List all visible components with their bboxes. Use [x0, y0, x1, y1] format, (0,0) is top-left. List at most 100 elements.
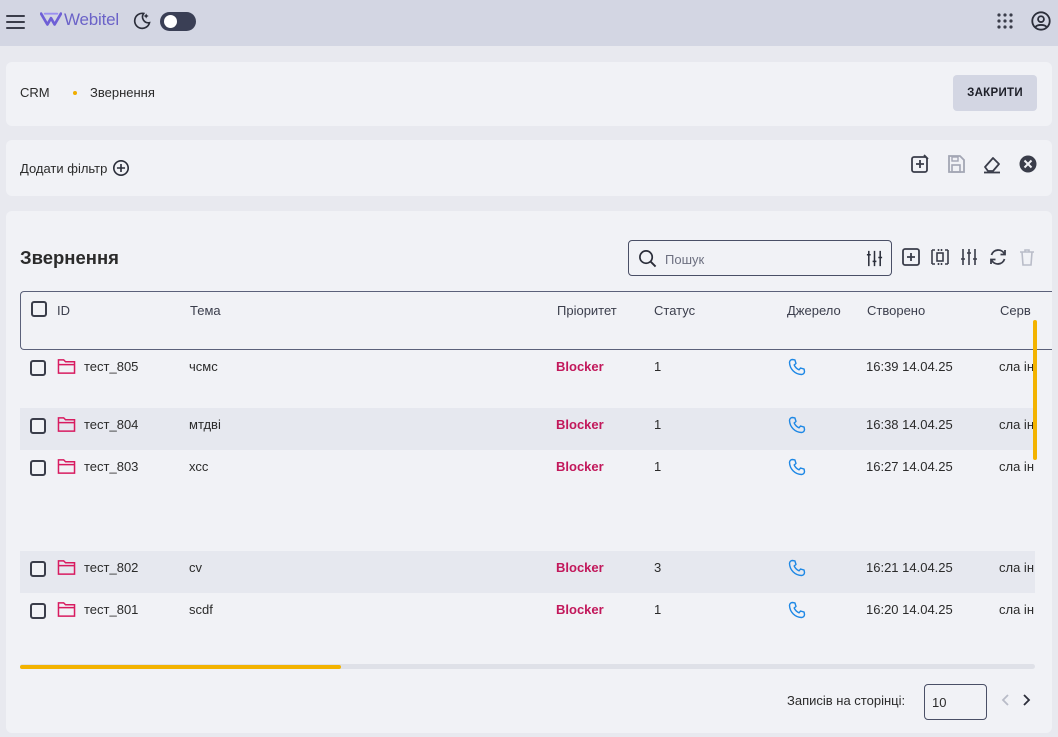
- row-subject: мтдві: [189, 417, 221, 432]
- apps-grid-icon[interactable]: [996, 12, 1014, 30]
- phone-icon: [788, 601, 806, 619]
- delete-icon[interactable]: [1017, 247, 1037, 267]
- row-service: сла ін: [999, 459, 1034, 474]
- breadcrumb-current: Звернення: [90, 85, 155, 100]
- columns-icon[interactable]: [930, 247, 950, 267]
- row-service: сла ін: [999, 602, 1034, 617]
- row-priority: Blocker: [556, 459, 604, 474]
- search-icon: [639, 250, 657, 268]
- toggle-knob: [164, 15, 177, 28]
- row-priority: Blocker: [556, 359, 604, 374]
- logo-text: Webitel: [64, 10, 119, 29]
- column-header-id[interactable]: ID: [57, 303, 70, 318]
- column-header-status[interactable]: Статус: [654, 303, 695, 318]
- column-header-priority[interactable]: Пріоритет: [557, 303, 617, 318]
- row-created: 16:38 14.04.25: [866, 417, 953, 432]
- row-checkbox[interactable]: [30, 460, 46, 476]
- folder-icon: [57, 459, 76, 474]
- moon-icon: [133, 12, 151, 30]
- row-subject: scdf: [189, 602, 213, 617]
- row-service: сла ін: [999, 560, 1034, 575]
- per-page-label: Записів на сторінці:: [787, 693, 906, 708]
- page-title: Звернення: [20, 247, 119, 268]
- menu-icon[interactable]: [6, 11, 28, 33]
- row-checkbox[interactable]: [30, 418, 46, 434]
- row-priority: Blocker: [556, 602, 604, 617]
- add-filter-button[interactable]: Додати фільтр: [20, 159, 130, 177]
- row-id[interactable]: тест_802: [84, 560, 138, 575]
- row-created: 16:27 14.04.25: [866, 459, 953, 474]
- horizontal-scrollbar-thumb[interactable]: [20, 665, 341, 669]
- row-status: 3: [654, 560, 662, 575]
- row-id[interactable]: тест_805: [84, 359, 138, 374]
- add-icon[interactable]: [901, 247, 921, 267]
- chevron-right-icon[interactable]: [1019, 693, 1033, 707]
- close-button[interactable]: ЗАКРИТИ: [953, 75, 1037, 111]
- phone-icon: [788, 559, 806, 577]
- refresh-icon[interactable]: [988, 247, 1008, 267]
- per-page-input[interactable]: 10: [924, 684, 987, 720]
- table-row[interactable]: тест_802 cv Blocker 3 16:21 14.04.25 сла…: [20, 551, 1035, 593]
- table-settings-icon[interactable]: [959, 247, 979, 267]
- table-row[interactable]: тест_805 чсмс Blocker 1 16:39 14.04.25 с…: [20, 350, 1035, 408]
- folder-icon: [57, 560, 76, 575]
- column-header-service[interactable]: Серв: [1000, 303, 1031, 318]
- table-row[interactable]: тест_803 хсс Blocker 1 16:27 14.04.25 сл…: [20, 450, 1035, 551]
- row-status: 1: [654, 459, 662, 474]
- row-created: 16:39 14.04.25: [866, 359, 953, 374]
- folder-icon: [57, 359, 76, 374]
- plus-circle-icon: [113, 159, 130, 177]
- theme-toggle[interactable]: [160, 12, 196, 31]
- row-checkbox[interactable]: [30, 360, 46, 376]
- folder-icon: [57, 602, 76, 617]
- save-icon[interactable]: [946, 154, 966, 174]
- row-subject: cv: [189, 560, 202, 575]
- row-checkbox[interactable]: [30, 561, 46, 577]
- search-input[interactable]: [665, 249, 855, 269]
- select-all-checkbox[interactable]: [31, 301, 47, 317]
- phone-icon: [788, 416, 806, 434]
- row-service: сла ін: [999, 417, 1034, 432]
- cases-panel: Звернення Пошук ID Тема Пріоритет Статус…: [6, 211, 1052, 733]
- search-box: [628, 240, 892, 276]
- row-status: 1: [654, 602, 662, 617]
- table-header: ID Тема Пріоритет Статус Джерело Створен…: [20, 291, 1052, 350]
- column-header-source[interactable]: Джерело: [787, 303, 841, 318]
- row-service: сла ін: [999, 359, 1034, 374]
- phone-icon: [788, 358, 806, 376]
- row-status: 1: [654, 417, 662, 432]
- search-settings-icon[interactable]: [865, 249, 884, 268]
- row-id[interactable]: тест_804: [84, 417, 138, 432]
- table-toolbar: [901, 247, 1037, 267]
- filter-bar: Додати фільтр: [6, 140, 1052, 196]
- row-priority: Blocker: [556, 417, 604, 432]
- row-priority: Blocker: [556, 560, 604, 575]
- row-created: 16:20 14.04.25: [866, 602, 953, 617]
- row-id[interactable]: тест_803: [84, 459, 138, 474]
- row-subject: чсмс: [189, 359, 218, 374]
- top-bar: Webitel: [0, 0, 1058, 46]
- breadcrumb-separator: [73, 91, 77, 95]
- table-row[interactable]: тест_801 scdf Blocker 1 16:20 14.04.25 с…: [20, 593, 1035, 653]
- column-header-subject[interactable]: Тема: [190, 303, 221, 318]
- row-id[interactable]: тест_801: [84, 602, 138, 617]
- folder-icon: [57, 417, 76, 432]
- breadcrumb-bar: CRM Звернення ЗАКРИТИ: [6, 62, 1052, 126]
- eraser-icon[interactable]: [982, 154, 1002, 174]
- vertical-scrollbar[interactable]: [1033, 320, 1037, 460]
- filter-apply-icon[interactable]: [910, 154, 930, 174]
- row-subject: хсс: [189, 459, 209, 474]
- chevron-left-icon[interactable]: [999, 693, 1013, 707]
- column-header-created[interactable]: Створено: [867, 303, 925, 318]
- row-checkbox[interactable]: [30, 603, 46, 619]
- phone-icon: [788, 458, 806, 476]
- webitel-logo[interactable]: Webitel: [40, 10, 119, 30]
- row-created: 16:21 14.04.25: [866, 560, 953, 575]
- close-circle-icon[interactable]: [1018, 154, 1038, 174]
- account-circle-icon[interactable]: [1030, 10, 1052, 32]
- breadcrumb-crm[interactable]: CRM: [20, 85, 50, 100]
- webitel-logo-mark-icon: [40, 12, 62, 26]
- row-status: 1: [654, 359, 662, 374]
- add-filter-label: Додати фільтр: [20, 160, 108, 176]
- table-row[interactable]: тест_804 мтдві Blocker 1 16:38 14.04.25 …: [20, 408, 1035, 450]
